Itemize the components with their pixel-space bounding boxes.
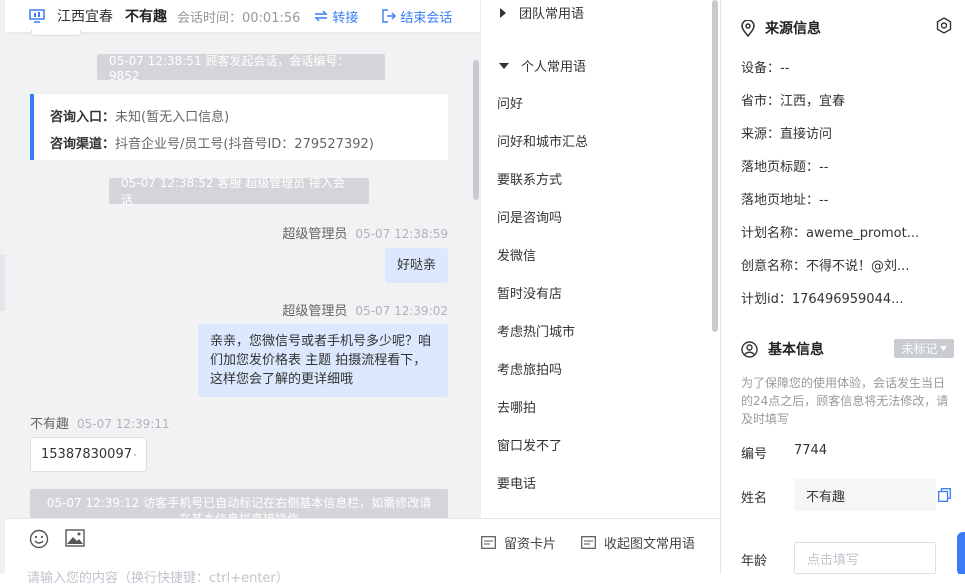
channel-row: 咨询渠道：抖音企业号/员工号(抖音号ID：279527392) [50, 131, 432, 158]
location-pin-icon [741, 19, 755, 37]
entry-row: 咨询入口：未知(暂无入口信息) [50, 104, 432, 131]
message-sender: 超级管理员 05-07 12:38:59 [282, 223, 448, 242]
phrase-group-label: 个人常用语 [521, 60, 587, 75]
header-tab-stub [31, 30, 81, 36]
message-time: 05-07 12:39:11 [77, 417, 170, 431]
landing-url-field: 落地页地址：-- [741, 193, 829, 208]
message-input[interactable]: 请输入您的内容（换行快捷键：ctrl+enter） [27, 567, 289, 586]
creative-name-field: 创意名称：不得不说！@刘... [741, 259, 910, 274]
visitor-info-panel: 来源信息 设备：-- 省市：江西，宜春 来源：直接访问 落地页标题：-- 落地页… [720, 0, 965, 574]
phrase-item[interactable]: 暂时没有店 [497, 283, 562, 302]
phrase-item[interactable]: 要电话 [497, 473, 536, 492]
phrase-item[interactable]: 问好 [497, 93, 523, 112]
system-message-note: 05-07 12:39:12 访客手机号已自动标记在右侧基本信息栏，如需修改请在… [30, 489, 448, 518]
transfer-icon [314, 10, 329, 22]
id-value: 7744 [794, 443, 828, 458]
session-timer: 会话时间：00:01:56 [177, 10, 301, 26]
message-time: 05-07 12:38:59 [355, 227, 448, 241]
phrase-item[interactable]: 考虑热门城市 [497, 321, 575, 340]
plan-id-field: 计划id：176496959044... [741, 292, 904, 307]
province-field: 省市：江西，宜春 [741, 94, 846, 109]
age-input[interactable]: 点击填写 [794, 542, 936, 574]
chat-scrollbar[interactable] [473, 60, 479, 200]
visitor-message-text: 15387830097 [41, 447, 132, 462]
phrase-group-label: 团队常用语 [519, 7, 585, 22]
name-label: 姓名 [741, 491, 768, 506]
visitor-name: 不有趣 [125, 9, 167, 25]
visitor-location: 江西宜春 [57, 9, 113, 25]
landing-title-field: 落地页标题：-- [741, 160, 829, 175]
tag-status-badge[interactable]: 未标记 [894, 339, 954, 358]
entry-value: 未知(暂无入口信息) [115, 110, 230, 125]
transfer-button[interactable]: 转接 [314, 7, 358, 26]
age-label: 年龄 [741, 554, 768, 569]
name-field[interactable]: 不有趣 [794, 479, 936, 511]
phrase-item[interactable]: 考虑旅拍吗 [497, 359, 562, 378]
info-hint: 为了保障您的使用体验，会话发生当日的24点之后，顾客信息将无法修改，请及时填写 [741, 376, 949, 426]
entry-label: 咨询入口： [50, 110, 116, 125]
sender-name: 不有趣 [30, 417, 70, 432]
visitor-message-bubble: 15387830097 [30, 437, 147, 472]
chat-header: 江西宜春 不有趣 会话时间：00:01:56 转接 结束会话 [5, 0, 480, 36]
copy-icon[interactable] [133, 449, 136, 461]
system-message-join: 05-07 12:38:52 客服 超级管理员 接入会话 [109, 176, 369, 207]
settings-icon[interactable] [935, 17, 953, 35]
source-info-label: 来源信息 [765, 21, 821, 37]
phrase-group-personal[interactable]: 个人常用语 [499, 56, 586, 75]
common-phrases-panel: 团队常用语 个人常用语 问好 问好和城市汇总 要联系方式 问是咨询吗 发微信 暂… [480, 0, 720, 518]
message-composer: 留资卡片 收起图文常用语 请输入您的内容（换行快捷键：ctrl+enter） [5, 518, 720, 586]
message-sender: 超级管理员 05-07 12:39:02 [282, 300, 448, 319]
phrase-item[interactable]: 去哪拍 [497, 397, 536, 416]
collapse-phrases-button[interactable]: 收起图文常用语 [581, 533, 695, 552]
side-action-button[interactable] [957, 532, 965, 574]
copy-icon[interactable] [938, 488, 951, 502]
emoji-icon[interactable] [29, 529, 49, 549]
phrase-item[interactable]: 窗口发不了 [497, 435, 562, 454]
system-message-start: 05-07 12:38:51 顾客发起会话，会话编号：9852 [97, 54, 385, 83]
end-session-label: 结束会话 [400, 10, 453, 26]
channel-value: 抖音企业号/员工号(抖音号ID：279527392) [115, 137, 374, 152]
basic-info-title: 基本信息 [741, 339, 824, 359]
agent-message-bubble: 好哒亲 [384, 248, 448, 283]
sender-name: 超级管理员 [282, 304, 348, 319]
phrase-item[interactable]: 发微信 [497, 245, 536, 264]
caret-right-icon [500, 7, 506, 18]
source-info-title: 来源信息 [741, 18, 821, 38]
caret-down-icon [939, 346, 947, 351]
message-time: 05-07 12:39:02 [355, 304, 448, 318]
message-sender: 不有趣 05-07 12:39:11 [30, 413, 170, 432]
plan-name-field: 计划名称：aweme_promot... [741, 226, 920, 241]
source-field: 来源：直接访问 [741, 127, 833, 142]
agent-message-bubble: 亲亲，您微信号或者手机号多少呢？咱们加您发价格表 主题 拍摄流程看下，这样您会了… [198, 324, 448, 397]
id-label: 编号 [741, 447, 768, 462]
message-icon [581, 536, 596, 549]
image-icon[interactable] [65, 529, 85, 547]
transfer-label: 转接 [332, 10, 359, 26]
tag-status-label: 未标记 [901, 342, 938, 356]
entry-info-card: 咨询入口：未知(暂无入口信息) 咨询渠道：抖音企业号/员工号(抖音号ID：279… [30, 94, 448, 160]
phrase-item[interactable]: 问好和城市汇总 [497, 131, 588, 150]
card-icon [481, 536, 496, 549]
user-circle-icon [741, 340, 758, 358]
caret-down-icon [499, 62, 509, 69]
phrase-item[interactable]: 问是咨询吗 [497, 207, 562, 226]
lead-card-button[interactable]: 留资卡片 [481, 533, 556, 552]
phrase-group-team[interactable]: 团队常用语 [499, 3, 584, 22]
end-session-button[interactable]: 结束会话 [382, 7, 452, 26]
device-field: 设备：-- [741, 61, 790, 76]
phrase-item[interactable]: 要联系方式 [497, 169, 562, 188]
chat-panel: 江西宜春 不有趣 会话时间：00:01:56 转接 结束会话 05-07 12:… [5, 0, 480, 518]
monitor-icon [29, 9, 45, 23]
lead-card-label: 留资卡片 [504, 537, 557, 552]
collapse-phrases-label: 收起图文常用语 [604, 537, 696, 552]
sender-name: 超级管理员 [282, 227, 348, 242]
channel-label: 咨询渠道： [50, 137, 116, 152]
basic-info-label: 基本信息 [768, 342, 824, 358]
phrases-scrollbar[interactable] [712, 0, 718, 332]
exit-icon [382, 9, 397, 23]
